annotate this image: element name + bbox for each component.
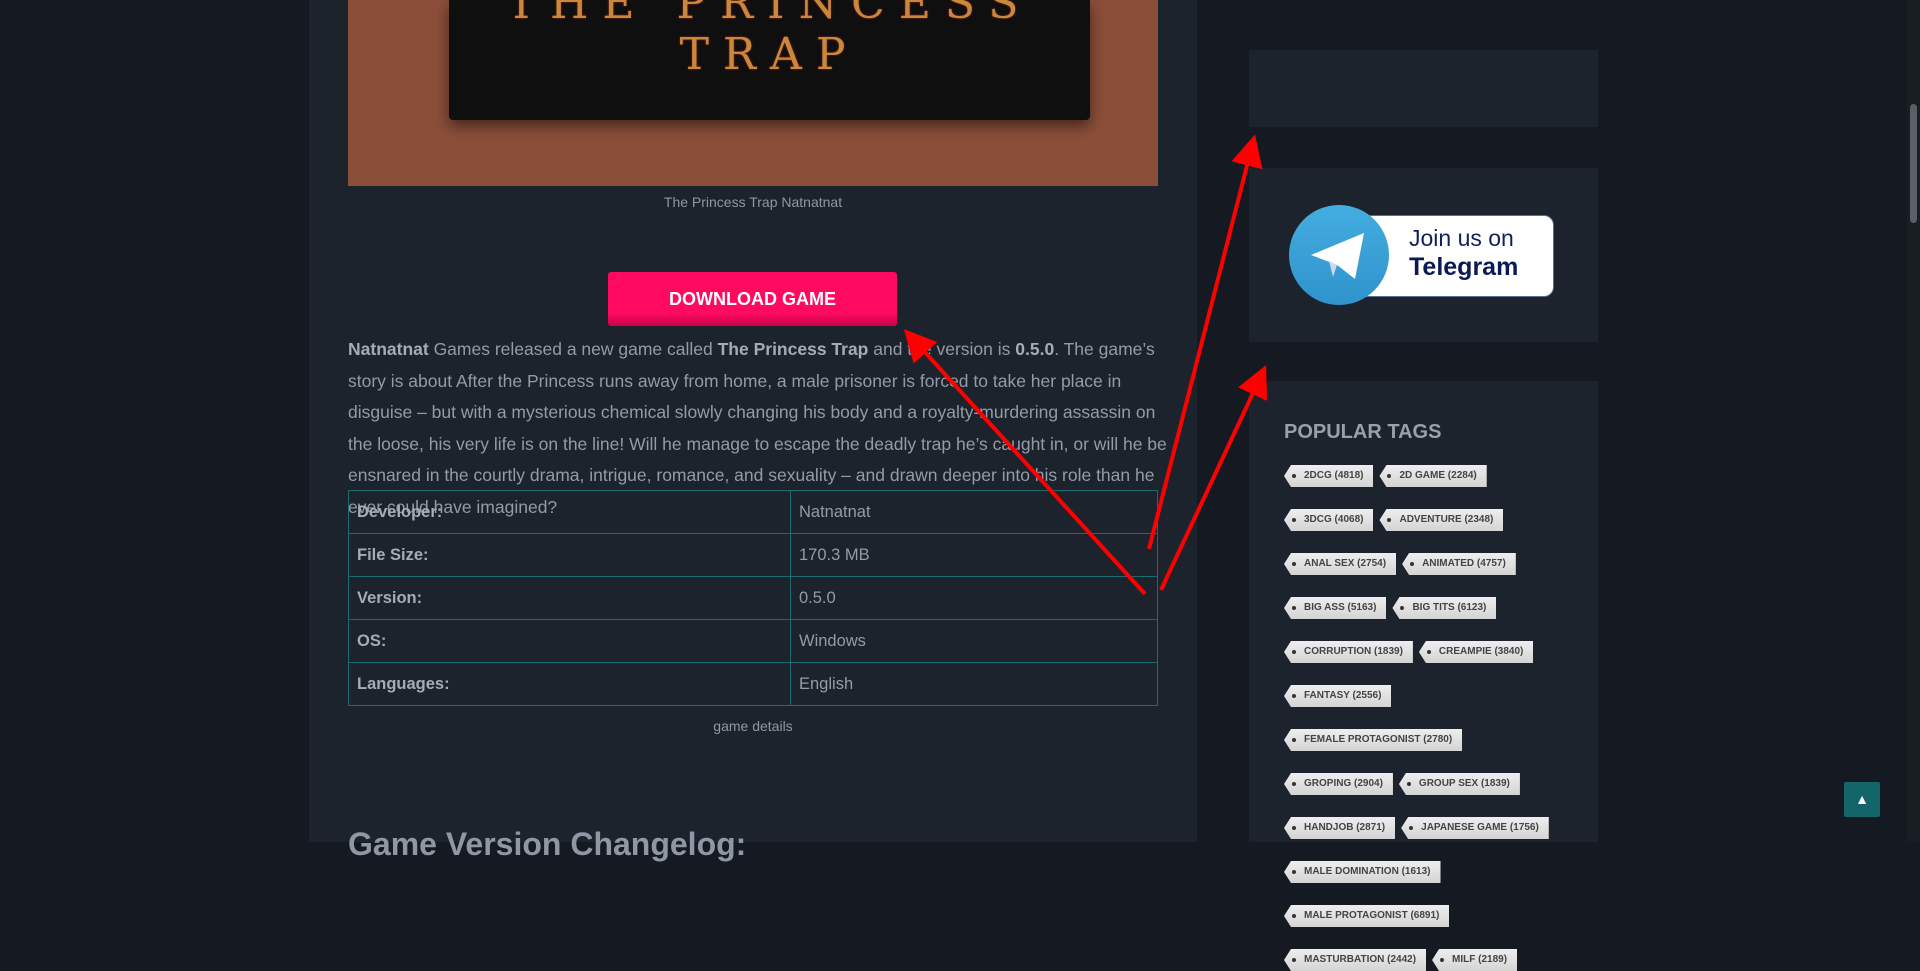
telegram-join-banner[interactable]: Join us on Telegram: [1289, 205, 1554, 305]
tag-link[interactable]: CORRUPTION (1839): [1284, 641, 1413, 663]
details-row: File Size: 170.3 MB: [348, 533, 1158, 577]
details-row: Languages: English: [348, 662, 1158, 706]
changelog-heading: Game Version Changelog:: [348, 826, 747, 862]
tag-link[interactable]: JAPANESE GAME (1756): [1401, 817, 1549, 839]
tag-link[interactable]: 2DCG (4818): [1284, 465, 1374, 487]
tag-link[interactable]: ADVENTURE (2348): [1379, 509, 1504, 531]
popular-tags-title: POPULAR TAGS: [1284, 421, 1442, 443]
telegram-icon: [1289, 205, 1389, 305]
tag-link[interactable]: BIG ASS (5163): [1284, 597, 1387, 619]
details-value: Natnatnat: [790, 490, 1158, 534]
details-key: OS:: [348, 619, 791, 663]
details-row: Version: 0.5.0: [348, 576, 1158, 620]
tag-link[interactable]: GROPING (2904): [1284, 773, 1393, 795]
sidebar-telegram-widget: Join us on Telegram: [1249, 168, 1598, 342]
tag-link[interactable]: 3DCG (4068): [1284, 509, 1374, 531]
tag-link[interactable]: BIG TITS (6123): [1392, 597, 1497, 619]
sidebar-empty-widget: [1249, 50, 1598, 127]
details-value: English: [790, 662, 1158, 706]
rocket-icon: ▲: [1855, 791, 1869, 807]
main-content: THE PRINCESS TRAP The Princess Trap Natn…: [309, 0, 1197, 862]
details-key: Version:: [348, 576, 791, 620]
tag-link[interactable]: FANTASY (2556): [1284, 685, 1392, 707]
game-cover-image: THE PRINCESS TRAP: [348, 0, 1158, 186]
tag-link[interactable]: HANDJOB (2871): [1284, 817, 1396, 839]
details-row: OS: Windows: [348, 619, 1158, 663]
details-value: 170.3 MB: [790, 533, 1158, 577]
sidebar-popular-tags: POPULAR TAGS 2DCG (4818) 2D GAME (2284) 3D…: [1249, 381, 1598, 971]
details-key: Developer:: [348, 490, 791, 534]
scrollbar[interactable]: [1907, 0, 1920, 842]
details-row: Developer: Natnatnat: [348, 490, 1158, 534]
details-value: 0.5.0: [790, 576, 1158, 620]
details-value: Windows: [790, 619, 1158, 663]
tag-link[interactable]: ANIMATED (4757): [1402, 553, 1516, 575]
details-key: Languages:: [348, 662, 791, 706]
tag-link[interactable]: 2D GAME (2284): [1379, 465, 1487, 487]
game-details-table: Developer: Natnatnat File Size: 170.3 MB Ver…: [348, 490, 1158, 706]
details-key: File Size:: [348, 533, 791, 577]
download-game-button[interactable]: DOWNLOAD GAME: [608, 272, 897, 326]
details-caption: game details: [713, 718, 793, 734]
tag-link[interactable]: GROUP SEX (1839): [1398, 773, 1520, 795]
tag-link[interactable]: MALE PROTAGONIST (6891): [1284, 905, 1450, 927]
cover-title-art: THE PRINCESS TRAP: [506, 0, 1033, 80]
back-to-top-button[interactable]: ▲: [1844, 782, 1880, 817]
tag-link[interactable]: ANAL SEX (2754): [1284, 553, 1397, 575]
tag-link[interactable]: MILF (2189): [1432, 949, 1518, 971]
cover-caption: The Princess Trap Natnatnat: [663, 194, 843, 210]
tag-link[interactable]: FEMALE PROTAGONIST (2780): [1284, 729, 1463, 751]
tag-link[interactable]: CREAMPIE (3840): [1418, 641, 1534, 663]
tag-link[interactable]: MALE DOMINATION (1613): [1284, 861, 1441, 883]
tag-link[interactable]: MASTURBATION (2442): [1284, 949, 1427, 971]
scrollbar-thumb[interactable]: [1910, 104, 1917, 223]
